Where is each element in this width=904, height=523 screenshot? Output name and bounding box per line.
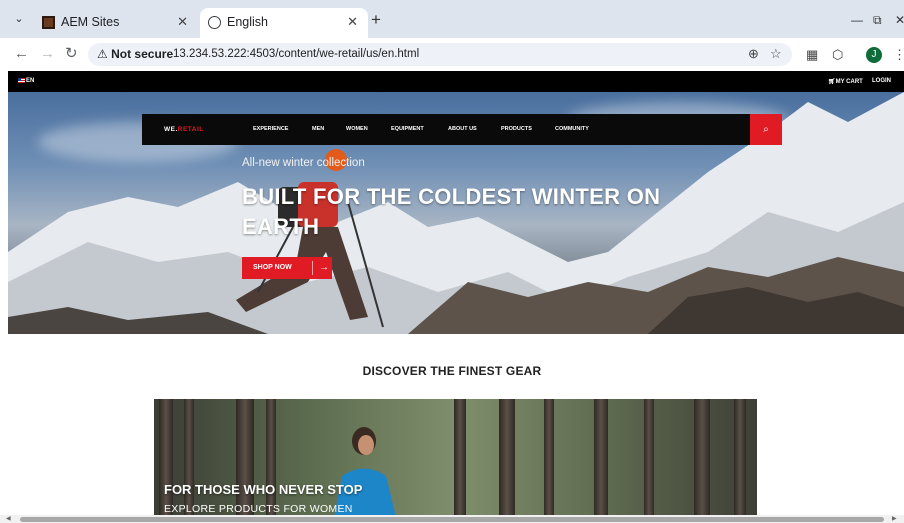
hero-banner: WE.RETAIL EXPERIENCE MEN WOMEN EQUIPMENT…: [8, 92, 904, 334]
minimize-icon[interactable]: —: [851, 13, 863, 27]
language-label: EN: [26, 78, 35, 85]
tab-strip: ⌄ AEM Sites ✕ English ✕ + — ⧉ ✕: [0, 0, 904, 38]
banner-title: FOR THOSE WHO NEVER STOP: [164, 482, 363, 497]
hero-headline: BUILT FOR THE COLDEST WINTER ON EARTH: [242, 184, 661, 239]
scroll-left-icon[interactable]: ◀: [6, 515, 11, 522]
globe-icon: [208, 16, 221, 29]
tab-title: English: [227, 15, 268, 29]
login-link[interactable]: LOGIN: [872, 78, 891, 84]
we-retail-logo[interactable]: WE.RETAIL: [164, 126, 204, 133]
shop-now-label: SHOP NOW: [253, 264, 292, 271]
translate-icon[interactable]: ▦: [806, 47, 818, 63]
shop-now-button[interactable]: SHOP NOW →: [242, 257, 332, 279]
security-label: Not secure: [111, 47, 174, 61]
language-selector[interactable]: EN: [18, 78, 34, 84]
extensions-icon[interactable]: ⬡: [832, 47, 843, 63]
search-button[interactable]: ⌕: [750, 114, 782, 145]
browser-toolbar: ← → ↻ ⚠ Not secure 13.234.53.222:4503/co…: [0, 38, 904, 71]
window-close-icon[interactable]: ✕: [895, 13, 904, 27]
tab-search-chevron-icon[interactable]: ⌄: [10, 10, 28, 28]
scrollbar-thumb[interactable]: [20, 517, 884, 522]
horizontal-scrollbar[interactable]: ◀ ▶: [0, 515, 904, 523]
tab-english[interactable]: English ✕: [200, 8, 368, 38]
close-icon[interactable]: ✕: [177, 14, 188, 30]
address-bar[interactable]: ⚠ Not secure 13.234.53.222:4503/content/…: [88, 43, 792, 66]
back-arrow-icon[interactable]: ←: [14, 46, 29, 62]
nav-equipment[interactable]: EQUIPMENT: [391, 126, 424, 132]
new-tab-button[interactable]: +: [371, 11, 381, 28]
us-flag-icon: [18, 78, 25, 83]
women-category-banner[interactable]: FOR THOSE WHO NEVER STOP EXPLORE PRODUCT…: [154, 399, 757, 517]
menu-dots-icon[interactable]: ⋮: [893, 47, 904, 63]
main-navigation: WE.RETAIL EXPERIENCE MEN WOMEN EQUIPMENT…: [142, 114, 782, 145]
bookmark-star-icon[interactable]: ☆: [770, 46, 782, 62]
reload-icon[interactable]: ↻: [65, 46, 78, 62]
security-indicator[interactable]: ⚠ Not secure: [97, 47, 173, 61]
hero-kicker: All-new winter collection: [242, 157, 365, 169]
zoom-icon[interactable]: ⊕: [748, 46, 759, 62]
nav-about-us[interactable]: ABOUT US: [448, 126, 477, 132]
tab-title: AEM Sites: [61, 15, 120, 29]
aem-icon: [42, 16, 55, 29]
banner-subtitle[interactable]: EXPLORE PRODUCTS FOR WOMEN: [164, 503, 353, 515]
my-cart-link[interactable]: 🛒︎MY CART: [828, 78, 863, 85]
tab-aem-sites[interactable]: AEM Sites ✕: [34, 8, 198, 38]
site-utility-bar: EN 🛒︎MY CART LOGIN: [8, 71, 904, 92]
section-title: DISCOVER THE FINEST GEAR: [362, 364, 542, 378]
cart-label: MY CART: [835, 79, 863, 85]
nav-experience[interactable]: EXPERIENCE: [253, 126, 288, 132]
nav-community[interactable]: COMMUNITY: [555, 126, 589, 132]
forward-arrow-icon[interactable]: →: [40, 46, 55, 62]
nav-men[interactable]: MEN: [312, 126, 324, 132]
profile-avatar[interactable]: J: [866, 47, 882, 63]
cart-icon: 🛒︎: [828, 79, 836, 85]
warning-icon: ⚠: [97, 47, 108, 61]
nav-products[interactable]: PRODUCTS: [501, 126, 532, 132]
url-text[interactable]: 13.234.53.222:4503/content/we-retail/us/…: [173, 48, 419, 60]
close-icon[interactable]: ✕: [347, 14, 358, 30]
search-icon: ⌕: [763, 124, 769, 135]
arrow-right-icon: →: [312, 261, 329, 275]
scroll-right-icon[interactable]: ▶: [892, 515, 897, 522]
nav-women[interactable]: WOMEN: [346, 126, 368, 132]
restore-icon[interactable]: ⧉: [873, 13, 882, 28]
